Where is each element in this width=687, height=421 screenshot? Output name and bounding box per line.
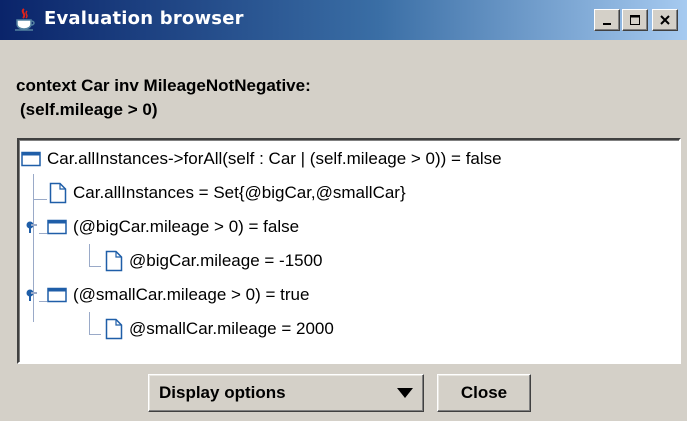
evaluation-tree[interactable]: Car.allInstances->forAll(self : Car | (s… bbox=[17, 138, 681, 364]
evaluation-browser-window: Evaluation browser context Car inv Milea… bbox=[0, 0, 687, 421]
close-window-button[interactable] bbox=[652, 9, 678, 31]
invariant-context: context Car inv MileageNotNegative: bbox=[16, 76, 311, 95]
title-bar[interactable]: Evaluation browser bbox=[0, 0, 687, 40]
folder-icon bbox=[21, 151, 41, 167]
window-title: Evaluation browser bbox=[44, 8, 244, 29]
tree-row[interactable]: Car.allInstances = Set{@bigCar,@smallCar… bbox=[49, 176, 406, 210]
chevron-down-icon bbox=[397, 388, 413, 398]
maximize-icon bbox=[630, 15, 640, 25]
tree-row[interactable]: (@smallCar.mileage > 0) = true bbox=[25, 278, 309, 312]
tree-row[interactable]: (@bigCar.mileage > 0) = false bbox=[25, 210, 299, 244]
display-options-label: Display options bbox=[159, 383, 286, 402]
tree-label: @bigCar.mileage = -1500 bbox=[129, 251, 323, 270]
tree-label: @smallCar.mileage = 2000 bbox=[129, 319, 334, 338]
expand-handle-icon[interactable] bbox=[25, 288, 39, 302]
tree-connector bbox=[89, 334, 101, 335]
tree-row-root[interactable]: Car.allInstances->forAll(self : Car | (s… bbox=[21, 142, 502, 176]
tree-row[interactable]: @bigCar.mileage = -1500 bbox=[105, 244, 323, 278]
close-button[interactable]: Close bbox=[437, 374, 531, 412]
tree-connector bbox=[89, 312, 90, 334]
display-options-dropdown[interactable]: Display options bbox=[148, 374, 424, 412]
folder-icon bbox=[47, 287, 67, 303]
maximize-button[interactable] bbox=[622, 9, 648, 31]
tree-label: Car.allInstances = Set{@bigCar,@smallCar… bbox=[73, 183, 406, 202]
tree-label: Car.allInstances->forAll(self : Car | (s… bbox=[47, 149, 502, 168]
document-icon bbox=[105, 250, 123, 272]
tree-connector bbox=[89, 266, 101, 267]
tree-row[interactable]: @smallCar.mileage = 2000 bbox=[105, 312, 334, 346]
tree-connector bbox=[33, 199, 47, 200]
document-icon bbox=[105, 318, 123, 340]
folder-icon bbox=[47, 219, 67, 235]
tree-connector bbox=[89, 244, 90, 266]
close-icon bbox=[660, 15, 670, 25]
minimize-button[interactable] bbox=[594, 9, 620, 31]
minimize-icon bbox=[603, 23, 611, 25]
tree-label: (@smallCar.mileage > 0) = true bbox=[73, 285, 310, 304]
java-cup-icon bbox=[15, 8, 35, 31]
expand-handle-icon[interactable] bbox=[25, 220, 39, 234]
tree-label: (@bigCar.mileage > 0) = false bbox=[73, 217, 300, 236]
document-icon bbox=[49, 182, 67, 204]
invariant-expression: (self.mileage > 0) bbox=[20, 100, 158, 119]
close-button-label: Close bbox=[460, 383, 508, 402]
